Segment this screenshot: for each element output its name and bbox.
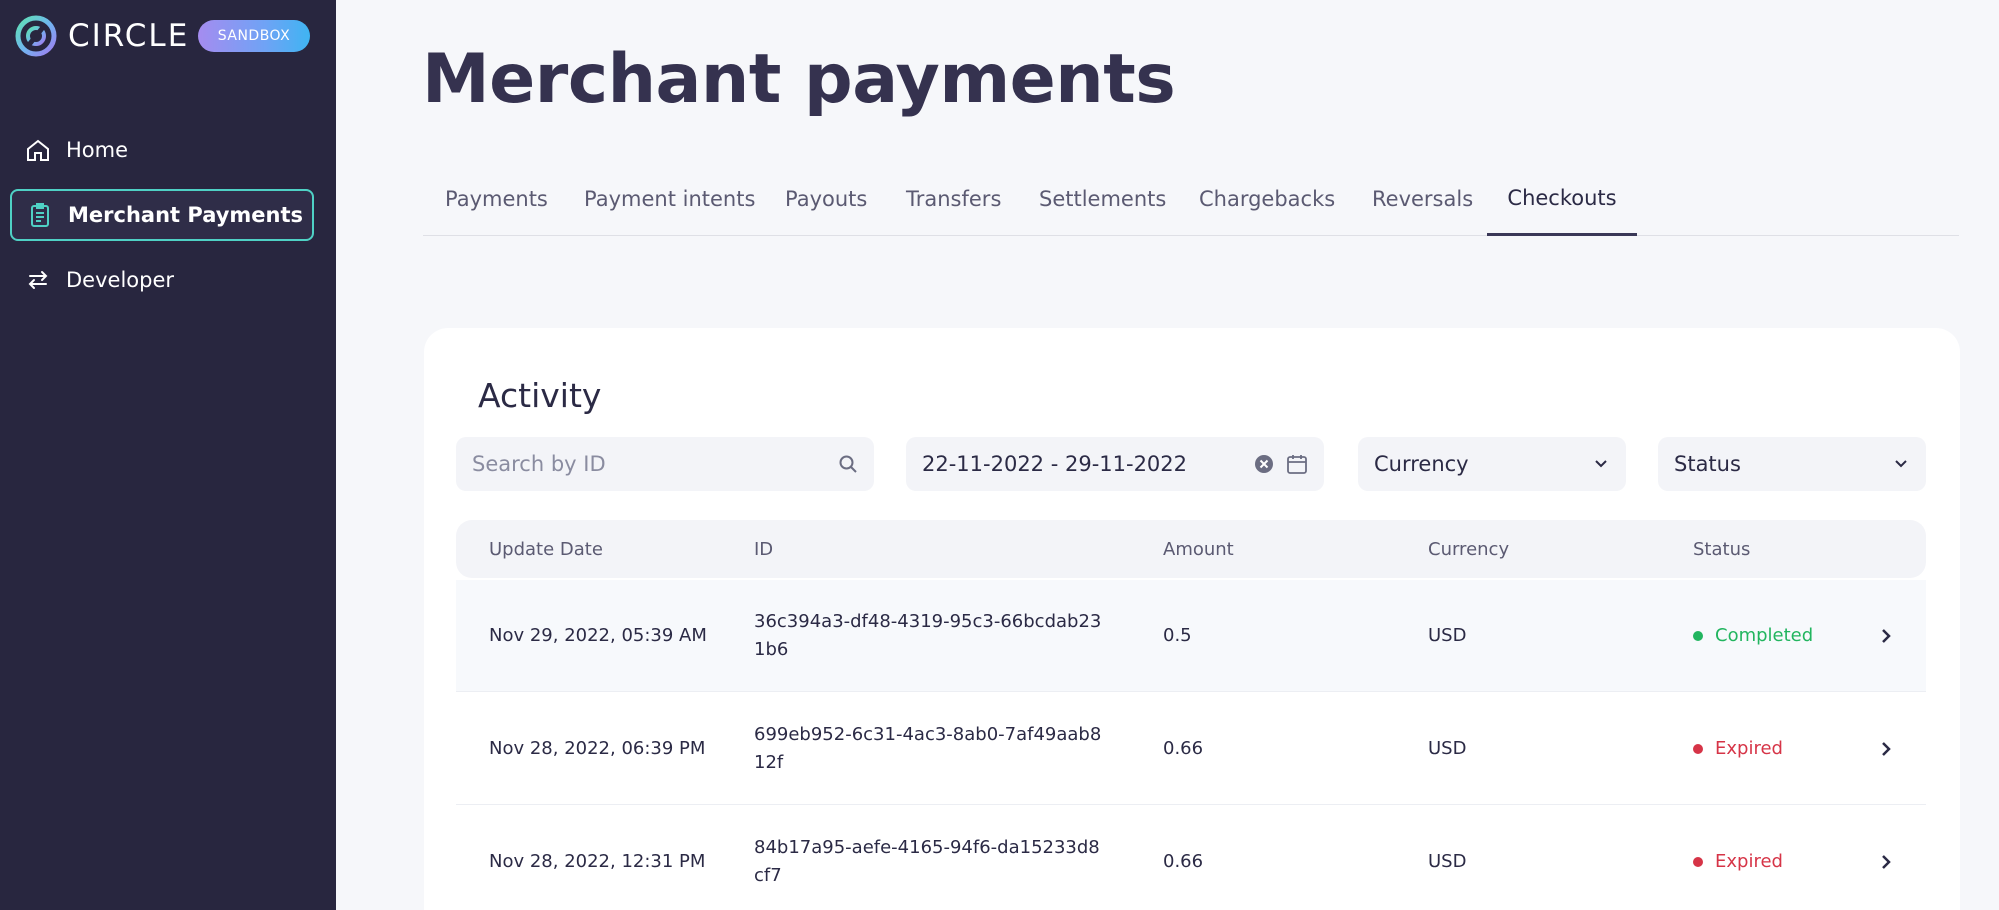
row-id: 84b17a95-aefe-4165-94f6-da15233d8cf7: [754, 837, 1100, 886]
column-header-currency[interactable]: Currency: [1428, 520, 1509, 578]
search-input[interactable]: Search by ID: [456, 437, 874, 491]
status-badge: Completed: [1693, 580, 1813, 692]
status-select[interactable]: Status: [1658, 437, 1926, 491]
clipboard-icon: [26, 201, 54, 229]
chevron-right-icon[interactable]: [1878, 806, 1894, 910]
search-placeholder: Search by ID: [472, 452, 606, 476]
tab-bar: Payments Payment intents Payouts Transfe…: [423, 162, 1959, 236]
tab-checkouts[interactable]: Checkouts: [1487, 162, 1637, 236]
sidebar-item-home[interactable]: Home: [10, 124, 314, 176]
search-icon: [839, 455, 857, 473]
circle-logo[interactable]: CIRCLE: [14, 14, 189, 58]
status-dot: [1693, 744, 1703, 754]
row-date: Nov 29, 2022, 05:39 AM: [489, 625, 707, 646]
row-date: Nov 28, 2022, 12:31 PM: [489, 851, 706, 872]
chevron-down-icon: [1895, 460, 1907, 468]
row-id: 36c394a3-df48-4319-95c3-66bcdab231b6: [754, 611, 1102, 660]
column-header-id[interactable]: ID: [754, 520, 773, 578]
table-row[interactable]: Nov 29, 2022, 05:39 AM 36c394a3-df48-431…: [456, 580, 1926, 692]
row-currency: USD: [1428, 738, 1467, 759]
sidebar: CIRCLE SANDBOX Home Merchant Payments De…: [0, 0, 336, 910]
tab-chargebacks[interactable]: Chargebacks: [1199, 162, 1335, 236]
table-row[interactable]: Nov 28, 2022, 06:39 PM 699eb952-6c31-4ac…: [456, 693, 1926, 805]
currency-select-label: Currency: [1374, 452, 1469, 476]
status-select-label: Status: [1674, 452, 1741, 476]
status-text: Completed: [1715, 625, 1814, 646]
status-dot: [1693, 631, 1703, 641]
chevron-right-icon[interactable]: [1878, 693, 1894, 805]
sidebar-item-label: Home: [66, 138, 129, 162]
date-range-picker[interactable]: 22-11-2022 - 29-11-2022: [906, 437, 1324, 491]
tab-transfers[interactable]: Transfers: [906, 162, 1001, 236]
tab-payment-intents[interactable]: Payment intents: [584, 162, 755, 236]
tab-settlements[interactable]: Settlements: [1039, 162, 1166, 236]
tab-payments[interactable]: Payments: [445, 162, 548, 236]
page-title: Merchant payments: [422, 40, 1176, 119]
row-amount: 0.66: [1163, 851, 1204, 872]
row-id: 699eb952-6c31-4ac3-8ab0-7af49aab812f: [754, 724, 1102, 773]
arrows-exchange-icon: [24, 266, 52, 294]
currency-select[interactable]: Currency: [1358, 437, 1626, 491]
table-header: Update Date ID Amount Currency Status: [456, 520, 1926, 578]
sidebar-item-label: Merchant Payments: [68, 203, 304, 227]
status-badge: Expired: [1693, 693, 1783, 805]
home-icon: [24, 136, 52, 164]
row-currency: USD: [1428, 625, 1467, 646]
logo-text: CIRCLE: [68, 18, 190, 54]
row-amount: 0.66: [1163, 738, 1204, 759]
column-header-update-date[interactable]: Update Date: [489, 520, 603, 578]
chevron-down-icon: [1595, 460, 1607, 468]
status-text: Expired: [1715, 738, 1783, 759]
activity-title: Activity: [478, 376, 602, 415]
circle-logo-icon: [15, 15, 57, 57]
calendar-icon[interactable]: [1286, 453, 1308, 475]
row-currency: USD: [1428, 851, 1467, 872]
status-dot: [1693, 857, 1703, 867]
clear-icon[interactable]: [1254, 454, 1274, 474]
sidebar-item-label: Developer: [66, 268, 175, 292]
table-row[interactable]: Nov 28, 2022, 12:31 PM 84b17a95-aefe-416…: [456, 806, 1926, 910]
row-date: Nov 28, 2022, 06:39 PM: [489, 738, 706, 759]
sandbox-badge: SANDBOX: [198, 20, 310, 52]
column-header-status[interactable]: Status: [1693, 520, 1750, 578]
activity-card: Activity Search by ID 22-11-2022 - 29-11…: [424, 328, 1960, 910]
row-amount: 0.5: [1163, 625, 1192, 646]
tab-reversals[interactable]: Reversals: [1372, 162, 1473, 236]
column-header-amount[interactable]: Amount: [1163, 520, 1234, 578]
status-badge: Expired: [1693, 806, 1783, 910]
sidebar-item-developer[interactable]: Developer: [10, 254, 314, 306]
status-text: Expired: [1715, 851, 1783, 872]
date-range-value: 22-11-2022 - 29-11-2022: [922, 452, 1188, 476]
chevron-right-icon[interactable]: [1878, 580, 1894, 692]
sidebar-item-merchant-payments[interactable]: Merchant Payments: [10, 189, 314, 241]
tab-payouts[interactable]: Payouts: [785, 162, 867, 236]
